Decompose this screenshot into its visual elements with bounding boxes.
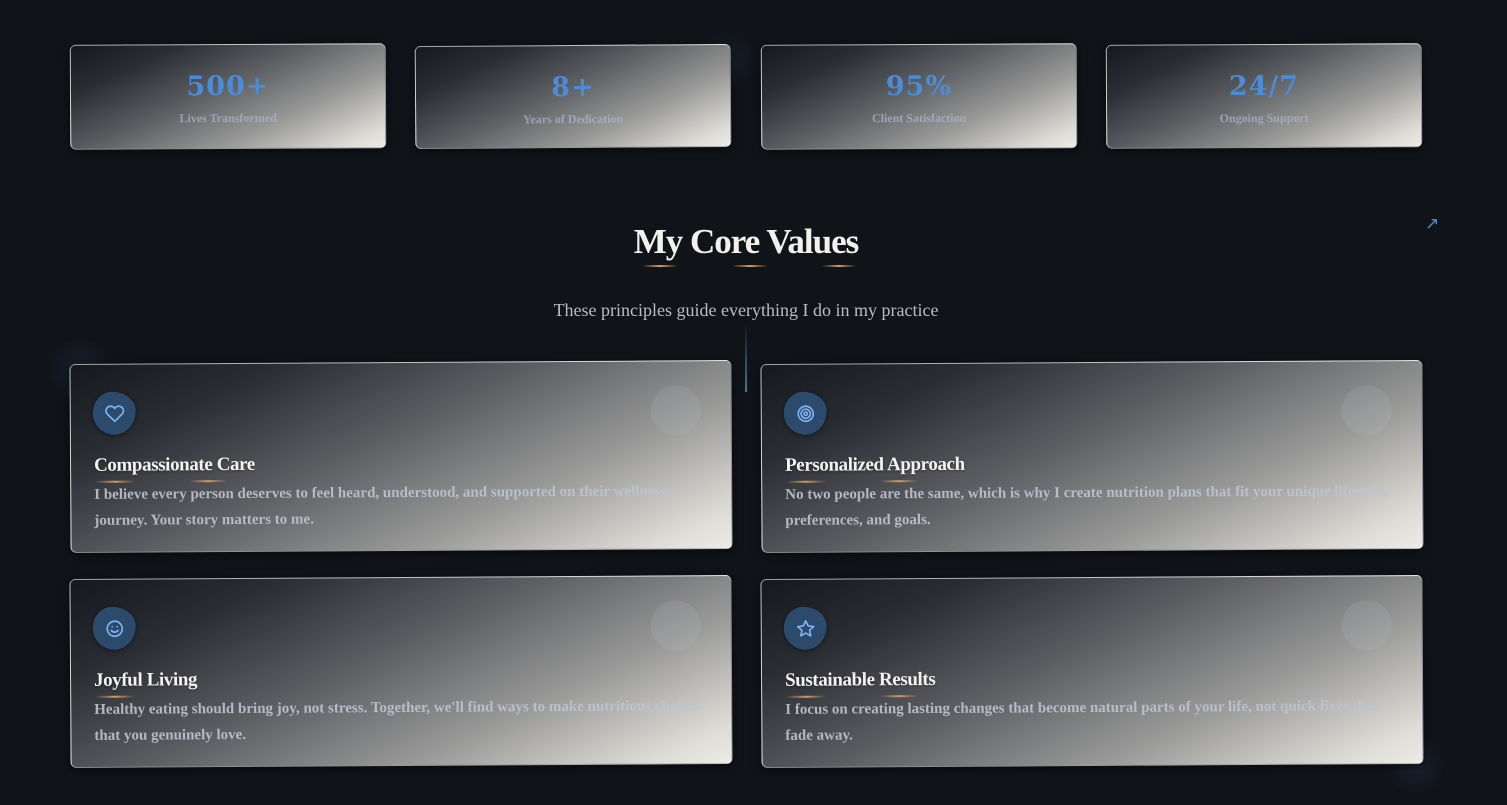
stat-label: Years of Dedication (523, 111, 624, 127)
card-title: Compassionate Care (93, 453, 255, 476)
value-card: Compassionate Care I believe every perso… (69, 359, 733, 554)
section-title: My Core Values (633, 222, 860, 261)
value-card: Personalized Approach No two people are … (760, 359, 1424, 554)
card-description: No two people are the same, which is why… (785, 483, 1388, 529)
stat-card: 95% Client Satisfaction (760, 43, 1078, 150)
decorative-circle (1341, 600, 1392, 651)
card-title: Sustainable Results (784, 668, 936, 691)
title-underline-decoration (732, 265, 768, 267)
stat-label: Ongoing Support (1219, 110, 1309, 126)
card-description: I focus on creating lasting changes that… (785, 698, 1379, 744)
card-title: Personalized Approach (784, 453, 965, 476)
stat-card: 24/7 Ongoing Support (1105, 43, 1423, 149)
card-description: Healthy eating should bring joy, not str… (94, 698, 701, 744)
stat-card: 8+ Years of Dedication (414, 43, 732, 150)
star-icon (783, 606, 827, 650)
stat-value: 95% (885, 70, 953, 103)
decorative-line (745, 322, 747, 392)
card-description: I believe every person deserves to feel … (94, 483, 667, 529)
decorative-circle (1341, 385, 1392, 436)
value-card: Sustainable Results I focus on creating … (760, 574, 1424, 769)
title-underline-decoration (642, 265, 678, 267)
page: 500+ Lives Transformed 8+ Years of Dedic… (0, 0, 1507, 805)
title-underline-decoration (822, 265, 856, 267)
stat-value: 500+ (186, 70, 270, 103)
stat-label: Lives Transformed (179, 110, 277, 126)
value-card: Joyful Living Healthy eating should brin… (69, 574, 733, 769)
stat-card: 500+ Lives Transformed (69, 43, 387, 150)
stat-label: Client Satisfaction (871, 110, 967, 126)
section-subtitle: These principles guide everything I do i… (553, 300, 939, 320)
stat-value: 24/7 (1228, 70, 1300, 103)
decorative-circle (650, 385, 701, 436)
target-icon (783, 391, 827, 435)
stat-value: 8+ (551, 71, 595, 104)
card-title: Joyful Living (93, 669, 198, 691)
smile-icon (92, 606, 136, 650)
heart-icon (92, 391, 136, 435)
decorative-circle (650, 600, 701, 651)
